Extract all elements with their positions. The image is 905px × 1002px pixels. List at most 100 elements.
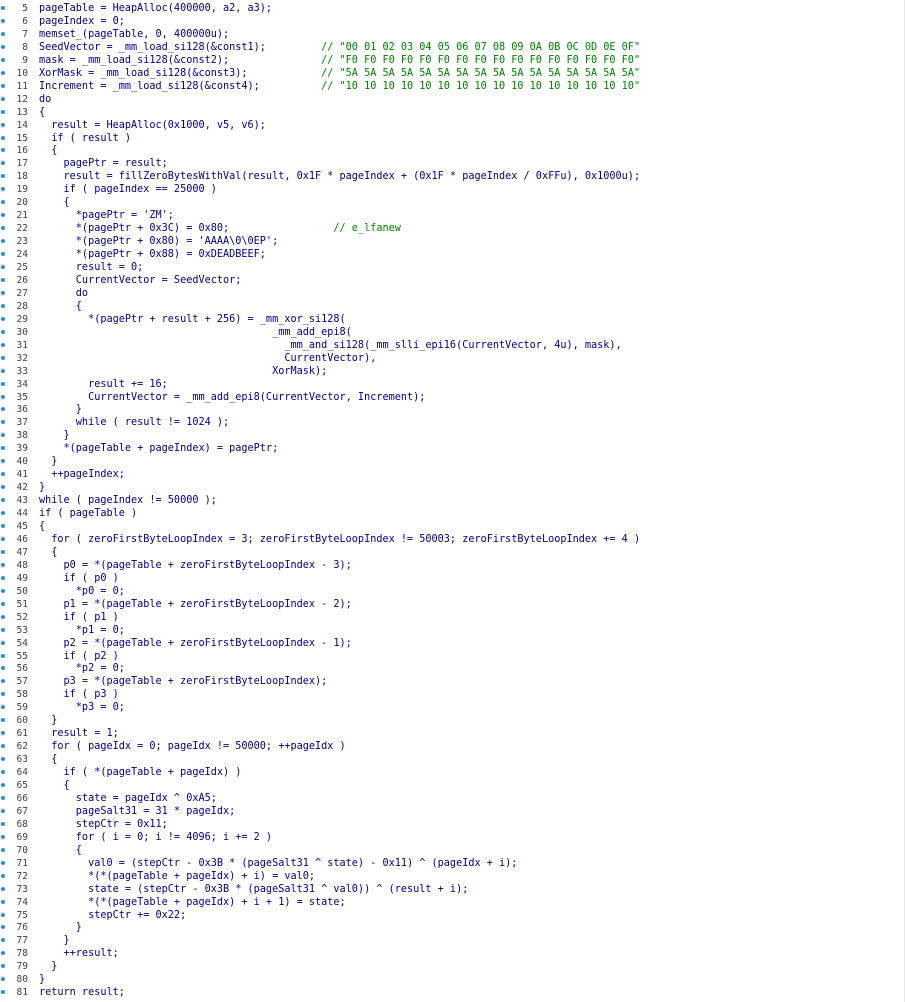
code-line[interactable]: 48 p0 = *(pageTable + zeroFirstByteLoopI… xyxy=(0,559,905,572)
code-line[interactable]: 21 *pagePtr = 'ZM'; xyxy=(0,209,905,222)
code-line[interactable]: 29 *(pagePtr + result + 256) = _mm_xor_s… xyxy=(0,313,905,326)
code-line[interactable]: 78 ++result; xyxy=(0,947,905,960)
code-line[interactable]: 10 XorMask = _mm_load_si128(&const3); // … xyxy=(0,67,905,80)
code-line[interactable]: 45 { xyxy=(0,520,905,533)
line-number: 43 xyxy=(16,495,28,507)
code-line[interactable]: 58 if ( p3 ) xyxy=(0,688,905,701)
code-line[interactable]: 62 for ( pageIdx = 0; pageIdx != 50000; … xyxy=(0,740,905,753)
code-text: if ( p2 ) xyxy=(39,650,119,662)
code-line[interactable]: 79 } xyxy=(0,960,905,973)
line-number: 31 xyxy=(16,339,28,351)
code-text: state = pageIdx ^ 0xA5; xyxy=(39,792,217,804)
code-line[interactable]: 33 XorMask); xyxy=(0,365,905,378)
code-line[interactable]: 23 *(pagePtr + 0x80) = 'AAAA\0\0EP'; xyxy=(0,235,905,248)
code-text: p0 = *(pageTable + zeroFirstByteLoopInde… xyxy=(39,559,352,571)
line-number: 27 xyxy=(16,287,28,299)
code-line[interactable]: 52 if ( p1 ) xyxy=(0,611,905,624)
code-line[interactable]: 76 } xyxy=(0,921,905,934)
code-line[interactable]: 54 p2 = *(pageTable + zeroFirstByteLoopI… xyxy=(0,637,905,650)
code-text: for ( i = 0; i != 4096; i += 2 ) xyxy=(39,831,273,843)
code-line[interactable]: 22 *(pagePtr + 0x3C) = 0x80; // e_lfanew xyxy=(0,222,905,235)
code-line[interactable]: 75 stepCtr += 0x22; xyxy=(0,909,905,922)
code-line[interactable]: 71 val0 = (stepCtr - 0x3B * (pageSalt31 … xyxy=(0,857,905,870)
code-line[interactable]: 61 result = 1; xyxy=(0,727,905,740)
code-text: result = fillZeroBytesWithVal(result, 0x… xyxy=(39,171,641,183)
code-line[interactable]: 41 ++pageIndex; xyxy=(0,468,905,481)
code-line[interactable]: 73 state = (stepCtr - 0x3B * (pageSalt31… xyxy=(0,883,905,896)
code-line[interactable]: 40 } xyxy=(0,455,905,468)
code-line[interactable]: 81 return result; xyxy=(0,986,905,999)
code-line[interactable]: 16 { xyxy=(0,144,905,157)
code-text: } xyxy=(39,404,82,416)
code-line[interactable]: 37 while ( result != 1024 ); xyxy=(0,416,905,429)
code-line[interactable]: 74 *(*(pageTable + pageIdx) + i + 1) = s… xyxy=(0,896,905,909)
code-line[interactable]: 60 } xyxy=(0,714,905,727)
code-line[interactable]: 39 *(pageTable + pageIndex) = pagePtr; xyxy=(0,442,905,455)
code-line[interactable]: 64 if ( *(pageTable + pageIdx) ) xyxy=(0,766,905,779)
code-line[interactable]: 14 result = HeapAlloc(0x1000, v5, v6); xyxy=(0,119,905,132)
code-line[interactable]: 7 memset_(pageTable, 0, 400000u); xyxy=(0,28,905,41)
line-number: 47 xyxy=(16,546,28,558)
line-number: 52 xyxy=(16,611,28,623)
code-line[interactable]: 32 CurrentVector), xyxy=(0,352,905,365)
code-line[interactable]: 70 { xyxy=(0,844,905,857)
code-line[interactable]: 18 result = fillZeroBytesWithVal(result,… xyxy=(0,170,905,183)
code-line[interactable]: 30 _mm_add_epi8( xyxy=(0,326,905,339)
code-line[interactable]: 72 *(*(pageTable + pageIdx) + i) = val0; xyxy=(0,870,905,883)
code-line[interactable]: 47 { xyxy=(0,546,905,559)
code-text: result += 16; xyxy=(39,378,168,390)
code-line[interactable]: 26 CurrentVector = SeedVector; xyxy=(0,274,905,287)
code-line[interactable]: 44 if ( pageTable ) xyxy=(0,507,905,520)
code-line[interactable]: 15 if ( result ) xyxy=(0,132,905,145)
code-line[interactable]: 69 for ( i = 0; i != 4096; i += 2 ) xyxy=(0,831,905,844)
code-line[interactable]: 80} xyxy=(0,973,905,986)
code-line[interactable]: 24 *(pagePtr + 0x88) = 0xDEADBEEF; xyxy=(0,248,905,261)
code-line[interactable]: 43 while ( pageIndex != 50000 ); xyxy=(0,494,905,507)
code-line[interactable]: 13 { xyxy=(0,106,905,119)
line-number: 67 xyxy=(16,805,28,817)
code-line[interactable]: 67 pageSalt31 = 31 * pageIdx; xyxy=(0,805,905,818)
code-line[interactable]: 57 p3 = *(pageTable + zeroFirstByteLoopI… xyxy=(0,675,905,688)
code-line[interactable]: 36 } xyxy=(0,403,905,416)
code-line[interactable]: 9 mask = _mm_load_si128(&const2); // "F0 … xyxy=(0,54,905,67)
line-number: 21 xyxy=(16,210,28,222)
code-line[interactable]: 56 *p2 = 0; xyxy=(0,662,905,675)
code-line[interactable]: 65 { xyxy=(0,779,905,792)
code-line[interactable]: 19 if ( pageIndex == 25000 ) xyxy=(0,183,905,196)
code-line[interactable]: 17 pagePtr = result; xyxy=(0,157,905,170)
code-line[interactable]: 66 state = pageIdx ^ 0xA5; xyxy=(0,792,905,805)
line-number: 64 xyxy=(16,767,28,779)
line-number: 30 xyxy=(16,326,28,338)
code-line[interactable]: 50 *p0 = 0; xyxy=(0,585,905,598)
code-line[interactable]: 6 pageIndex = 0; xyxy=(0,15,905,28)
line-number: 16 xyxy=(16,145,28,157)
code-line[interactable]: 31 _mm_and_si128(_mm_slli_epi16(CurrentV… xyxy=(0,339,905,352)
code-text: mask = _mm_load_si128(&const2); // "F0 F… xyxy=(39,54,641,66)
code-text: *(*(pageTable + pageIdx) + i + 1) = stat… xyxy=(39,896,346,908)
code-line[interactable]: 55 if ( p2 ) xyxy=(0,650,905,663)
code-line[interactable]: 38 } xyxy=(0,429,905,442)
code-line[interactable]: 35 CurrentVector = _mm_add_epi8(CurrentV… xyxy=(0,391,905,404)
code-line[interactable]: 53 *p1 = 0; xyxy=(0,624,905,637)
code-line[interactable]: 27 do xyxy=(0,287,905,300)
code-line[interactable]: 25 result = 0; xyxy=(0,261,905,274)
code-line[interactable]: 8 SeedVector = _mm_load_si128(&const1); /… xyxy=(0,41,905,54)
code-line[interactable]: 51 p1 = *(pageTable + zeroFirstByteLoopI… xyxy=(0,598,905,611)
code-line[interactable]: 34 result += 16; xyxy=(0,378,905,391)
line-number: 37 xyxy=(16,417,28,429)
code-line[interactable]: 28 { xyxy=(0,300,905,313)
code-line[interactable]: 5 pageTable = HeapAlloc(400000, a2, a3); xyxy=(0,2,905,15)
code-line[interactable]: 63 { xyxy=(0,753,905,766)
pseudocode-editor[interactable]: 5 pageTable = HeapAlloc(400000, a2, a3); 6… xyxy=(0,0,905,1002)
code-line[interactable]: 59 *p3 = 0; xyxy=(0,701,905,714)
code-line[interactable]: 49 if ( p0 ) xyxy=(0,572,905,585)
code-line[interactable]: 77 } xyxy=(0,934,905,947)
code-line[interactable]: 11 Increment = _mm_load_si128(&const4); /… xyxy=(0,80,905,93)
code-line[interactable]: 42} xyxy=(0,481,905,494)
code-line[interactable]: 46 for ( zeroFirstByteLoopIndex = 3; zer… xyxy=(0,533,905,546)
code-text: *(pageTable + pageIndex) = pagePtr; xyxy=(39,443,279,455)
code-line[interactable]: 20 { xyxy=(0,196,905,209)
code-line[interactable]: 68 stepCtr = 0x11; xyxy=(0,818,905,831)
line-number: 72 xyxy=(16,870,28,882)
code-line[interactable]: 12 do xyxy=(0,93,905,106)
